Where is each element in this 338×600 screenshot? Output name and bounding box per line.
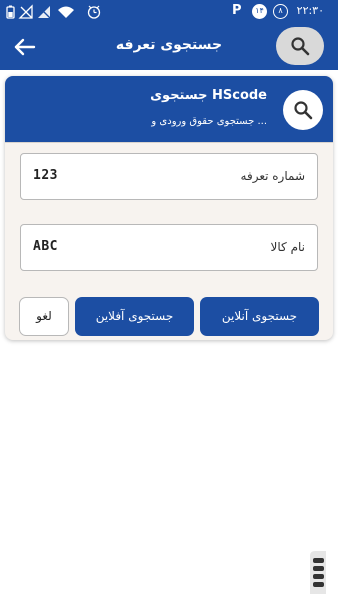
p-app-icon: P (232, 3, 242, 18)
search-icon (294, 101, 313, 120)
app-bar: جستجوی تعرفه (0, 24, 338, 70)
wifi-icon (58, 6, 74, 18)
tariff-number-field[interactable]: شماره تعرفه 123 (20, 153, 318, 200)
tariff-number-label: شماره تعرفه (240, 169, 305, 183)
alarm-badge: ۸ (273, 4, 288, 19)
notification-badge: ۱۴ (252, 4, 267, 19)
status-time: ۲۲:۳۰ (296, 4, 324, 17)
offline-search-button[interactable]: جستجوی آفلاین (75, 297, 194, 336)
card-subtitle: جستجوی حقوق ورودی و ... (151, 116, 267, 127)
no-signal-icon-2 (38, 6, 51, 19)
battery-icon (6, 5, 15, 19)
no-signal-icon (18, 4, 33, 19)
product-name-label: نام کالا (270, 240, 305, 254)
card-search-button[interactable] (283, 90, 323, 130)
cancel-button[interactable]: لغو (19, 297, 69, 336)
online-search-button[interactable]: جستجوی آنلاین (200, 297, 319, 336)
text-input-icon: ABC (33, 239, 58, 254)
divider (5, 142, 333, 143)
status-icons (6, 4, 116, 20)
search-icon (291, 37, 310, 56)
appbar-search-button[interactable] (276, 27, 324, 65)
card-header: جستجوی HScode جستجوی حقوق ورودی و ... (5, 76, 333, 142)
status-bar: P ۱۴ ۸ ۲۲:۳۰ (0, 0, 338, 24)
alarm-icon (87, 5, 101, 19)
hscode-search-card: جستجوی HScode جستجوی حقوق ورودی و ... شم… (5, 76, 333, 340)
scroll-handle[interactable] (304, 548, 330, 596)
numeric-input-icon: 123 (33, 168, 58, 183)
card-title: جستجوی HScode (150, 88, 267, 103)
scroll-handle-icon (310, 551, 326, 594)
product-name-field[interactable]: نام کالا ABC (20, 224, 318, 271)
